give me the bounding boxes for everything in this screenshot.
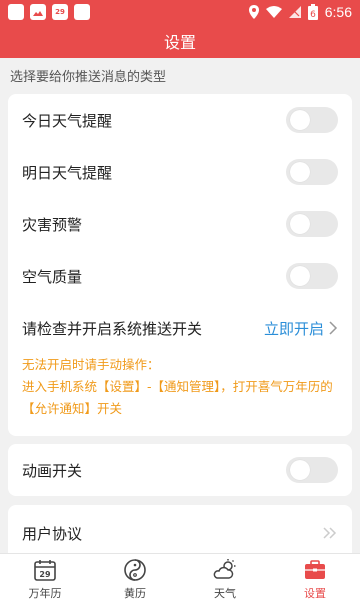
tomorrow-weather-row: 明日天气提醒	[8, 146, 352, 198]
page-title-bar: 设置	[0, 24, 360, 58]
calendar-icon: 29	[34, 560, 56, 581]
yin-yang-icon	[124, 559, 146, 581]
user-agreement-label: 用户协议	[22, 524, 83, 543]
nav-calendar[interactable]: 29 万年历	[0, 554, 90, 600]
notice-line-2: 进入手机系统【设置】-【通知管理】，打开喜气万年历的【允许通知】开关	[22, 379, 333, 416]
tomorrow-weather-label: 明日天气提醒	[22, 163, 113, 182]
tomorrow-weather-toggle[interactable]	[286, 159, 338, 185]
notification-icon	[8, 4, 24, 20]
today-weather-toggle[interactable]	[286, 107, 338, 133]
nav-almanac[interactable]: 黄历	[90, 554, 180, 600]
toggle-knob	[290, 214, 310, 234]
toggle-knob	[290, 460, 310, 480]
battery-icon: 6	[307, 4, 318, 20]
toolbox-icon	[305, 560, 325, 579]
status-time: 6:56	[324, 4, 352, 20]
animation-row: 动画开关	[8, 444, 352, 496]
enable-now-text: 立即开启	[263, 319, 324, 338]
disaster-warning-label: 灾害预警	[22, 215, 83, 234]
weather-icon	[213, 559, 236, 579]
nav-almanac-label: 黄历	[124, 587, 146, 600]
status-bar: 29 6 6:56	[0, 0, 360, 24]
air-quality-label: 空气质量	[22, 267, 83, 286]
calendar-notification-icon: 29	[52, 4, 68, 20]
nav-settings-label: 设置	[304, 587, 326, 600]
gallery-notification-icon	[30, 4, 46, 20]
animation-toggle[interactable]	[286, 457, 338, 483]
toggle-knob	[290, 110, 310, 130]
chevron-right-icon	[329, 321, 338, 335]
double-chevron-right-icon	[323, 527, 337, 539]
nav-calendar-label: 万年历	[28, 587, 62, 600]
push-settings-card: 今日天气提醒 明日天气提醒 灾害预警 空气质量 请检查并开启系统推送开关 立即开…	[8, 94, 352, 436]
air-quality-toggle[interactable]	[286, 263, 338, 289]
disaster-warning-toggle[interactable]	[286, 211, 338, 237]
disaster-warning-row: 灾害预警	[8, 198, 352, 250]
notice-line-1: 无法开启时请手动操作：	[22, 357, 160, 372]
air-quality-row: 空气质量	[8, 250, 352, 302]
animation-card: 动画开关	[8, 444, 352, 496]
system-push-row[interactable]: 请检查并开启系统推送开关 立即开启	[8, 302, 352, 354]
app-notification-icon	[74, 4, 90, 20]
nav-weather-label: 天气	[214, 587, 236, 600]
enable-now-link[interactable]: 立即开启	[264, 318, 338, 339]
nav-settings[interactable]: 设置	[270, 554, 360, 600]
system-push-label: 请检查并开启系统推送开关	[22, 319, 203, 338]
animation-label: 动画开关	[22, 461, 83, 480]
section-hint: 选择要给你推送消息的类型	[10, 70, 167, 85]
today-weather-label: 今日天气提醒	[22, 111, 113, 130]
svg-text:29: 29	[39, 570, 51, 579]
bottom-nav: 29 万年历 黄历 天气 设置	[0, 553, 360, 600]
signal-icon	[288, 6, 301, 18]
svg-text:6: 6	[310, 10, 316, 20]
wifi-icon	[265, 6, 282, 18]
toggle-knob	[290, 162, 310, 182]
toggle-knob	[290, 266, 310, 286]
user-agreement-row[interactable]: 用户协议	[8, 507, 352, 559]
page-title: 设置	[163, 33, 196, 52]
nav-weather[interactable]: 天气	[180, 554, 270, 600]
manual-enable-notice: 无法开启时请手动操作： 进入手机系统【设置】-【通知管理】，打开喜气万年历的【允…	[22, 354, 342, 420]
location-icon	[248, 5, 259, 19]
today-weather-row: 今日天气提醒	[8, 94, 352, 146]
